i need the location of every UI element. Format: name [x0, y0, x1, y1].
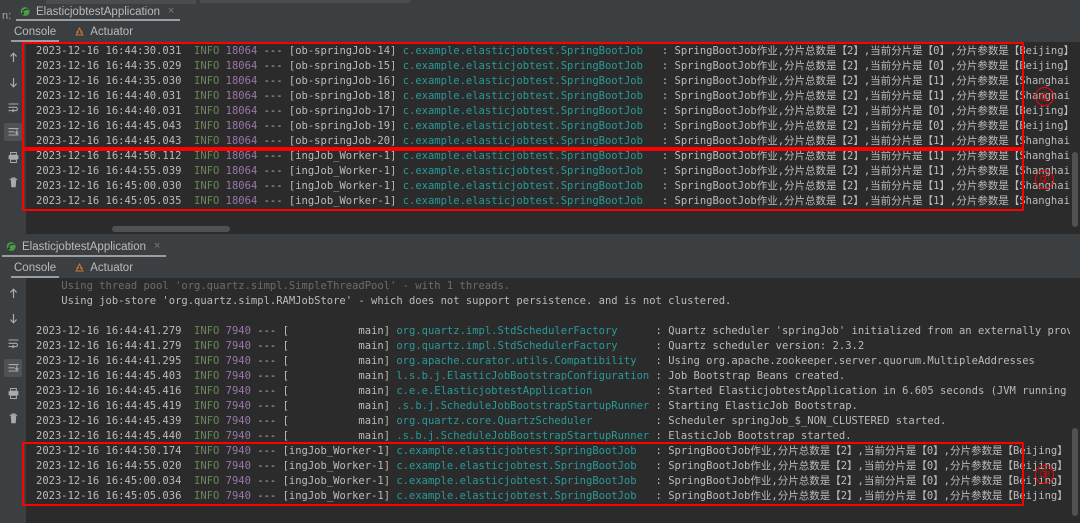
log-line: 2023-12-16 16:45:05.035 INFO 18064 --- [… [36, 195, 1080, 207]
log-line: 2023-12-16 16:44:40.031 INFO 18064 --- [… [36, 90, 1080, 102]
log-line: 2023-12-16 16:44:50.112 INFO 18064 --- [… [36, 150, 1080, 162]
print-icon[interactable] [4, 148, 22, 166]
vscroll-thumb-1[interactable] [1072, 152, 1078, 227]
console-vscrollbar-1[interactable] [1070, 42, 1080, 234]
soft-wrap-icon[interactable] [4, 334, 22, 352]
log-line: 2023-12-16 16:44:41.295 INFO 7940 --- [ … [36, 355, 1035, 367]
run-tab-label: ElasticjobtestApplication [36, 5, 161, 18]
tab-console-2[interactable]: Console [10, 257, 60, 278]
run-panel-2: ElasticjobtestApplication × Console Actu… [0, 238, 1080, 523]
log-line: 2023-12-16 16:44:40.031 INFO 18064 --- [… [36, 105, 1075, 117]
log-line: 2023-12-16 16:45:00.030 INFO 18064 --- [… [36, 180, 1080, 192]
vscroll-thumb-2[interactable] [1072, 428, 1078, 516]
log-line: 2023-12-16 16:44:35.029 INFO 18064 --- [… [36, 60, 1075, 72]
console-body-2: Using thread pool 'org.quartz.simpl.Simp… [0, 278, 1080, 523]
spring-boot-run-icon [20, 6, 31, 17]
run-tabstrip-1: n: ElasticjobtestApplication × [0, 4, 1080, 22]
tab-console-label: Console [14, 25, 57, 38]
print-icon[interactable] [4, 384, 22, 402]
run-tab-elasticjobtestapplication-2[interactable]: ElasticjobtestApplication × [2, 238, 167, 257]
actuator-icon [74, 262, 85, 273]
tab-actuator-label: Actuator [90, 25, 134, 38]
log-line: 2023-12-16 16:44:35.030 INFO 18064 --- [… [36, 75, 1080, 87]
log-line: 2023-12-16 16:45:00.034 INFO 7940 --- [i… [36, 475, 1068, 487]
log-line: 2023-12-16 16:44:45.416 INFO 7940 --- [ … [36, 385, 1080, 397]
tab-console[interactable]: Console [10, 21, 60, 42]
run-tab-elasticjobtestapplication[interactable]: ElasticjobtestApplication × [16, 4, 181, 21]
actuator-icon [74, 26, 85, 37]
scroll-down-icon[interactable] [4, 73, 22, 91]
scroll-up-icon[interactable] [4, 48, 22, 66]
scroll-down-icon[interactable] [4, 309, 22, 327]
annotation-marker-3: ③ [1035, 464, 1054, 484]
console-log-2[interactable]: Using thread pool 'org.quartz.simpl.Simp… [26, 278, 1080, 523]
annotation-marker-1: ① [1035, 87, 1054, 106]
log-line: 2023-12-16 16:44:55.039 INFO 18064 --- [… [36, 165, 1080, 177]
trash-icon[interactable] [4, 173, 22, 191]
run-tab-label: ElasticjobtestApplication [22, 240, 147, 253]
ide-run-console-screenshot: n: ElasticjobtestApplication × Console A… [0, 0, 1080, 523]
close-icon[interactable]: × [154, 241, 160, 252]
tab-actuator-2[interactable]: Actuator [74, 257, 133, 278]
trash-icon[interactable] [4, 409, 22, 427]
scroll-to-end-icon[interactable] [4, 123, 22, 141]
console-gutter-1 [0, 42, 26, 234]
log-line: 2023-12-16 16:44:41.279 INFO 7940 --- [ … [36, 325, 1080, 337]
log-line-plain: Using thread pool 'org.quartz.simpl.Simp… [36, 280, 511, 292]
log-line: 2023-12-16 16:44:45.439 INFO 7940 --- [ … [36, 415, 947, 427]
tab-console-label-2: Console [14, 261, 57, 274]
log-line: 2023-12-16 16:44:45.043 INFO 18064 --- [… [36, 135, 1080, 147]
console-subtabs-1: Console Actuator [0, 21, 1080, 42]
console-hscrollbar-1[interactable] [26, 225, 1070, 234]
console-vscrollbar-2[interactable] [1070, 278, 1080, 523]
spring-boot-run-icon [6, 241, 17, 252]
console-subtabs-2: Console Actuator [0, 257, 1080, 278]
log-line: 2023-12-16 16:45:05.036 INFO 7940 --- [i… [36, 490, 1068, 502]
hscroll-thumb-1[interactable] [112, 226, 230, 232]
soft-wrap-icon[interactable] [4, 98, 22, 116]
close-icon[interactable]: × [168, 6, 174, 17]
run-panel-1: n: ElasticjobtestApplication × Console A… [0, 0, 1080, 236]
scroll-to-end-icon[interactable] [4, 359, 22, 377]
scroll-up-icon[interactable] [4, 284, 22, 302]
log-line: 2023-12-16 16:44:55.020 INFO 7940 --- [i… [36, 460, 1068, 472]
log-line: 2023-12-16 16:44:41.279 INFO 7940 --- [ … [36, 340, 865, 352]
console-gutter-2 [0, 278, 26, 523]
log-line: 2023-12-16 16:44:30.031 INFO 18064 --- [… [36, 45, 1075, 57]
annotation-marker-2: ② [1035, 169, 1054, 189]
toolbar-remnant-2 [200, 0, 410, 3]
log-line: 2023-12-16 16:44:45.043 INFO 18064 --- [… [36, 120, 1075, 132]
tab-actuator-label-2: Actuator [90, 261, 134, 274]
log-lines-1: 2023-12-16 16:44:30.031 INFO 18064 --- [… [26, 42, 1080, 209]
log-line: 2023-12-16 16:44:50.174 INFO 7940 --- [i… [36, 445, 1068, 457]
run-tabstrip-2: ElasticjobtestApplication × [0, 238, 1080, 257]
log-line: 2023-12-16 16:44:45.419 INFO 7940 --- [ … [36, 400, 858, 412]
console-log-1[interactable]: 2023-12-16 16:44:30.031 INFO 18064 --- [… [26, 42, 1080, 234]
run-tool-label: n: [2, 10, 12, 22]
console-body-1: 2023-12-16 16:44:30.031 INFO 18064 --- [… [0, 42, 1080, 234]
tab-actuator[interactable]: Actuator [74, 21, 133, 42]
log-blank-line [26, 309, 1080, 324]
log-line: 2023-12-16 16:44:45.440 INFO 7940 --- [ … [36, 430, 852, 442]
log-line: 2023-12-16 16:44:45.403 INFO 7940 --- [ … [36, 370, 846, 382]
log-line-plain: Using job-store 'org.quartz.simpl.RAMJob… [36, 295, 732, 307]
log-lines-2: Using thread pool 'org.quartz.simpl.Simp… [26, 278, 1080, 504]
